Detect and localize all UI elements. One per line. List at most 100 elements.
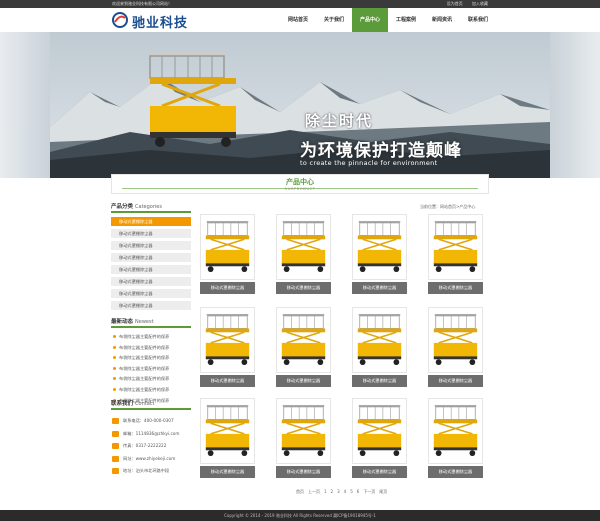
- contact-item: 网址：www.zhiyekeji.com: [111, 453, 191, 466]
- contact-item: 地址：泊头市北环路中段: [111, 465, 191, 478]
- contact-item-text: 传真：0317-2222222: [123, 443, 167, 449]
- top-bar: 欢迎来到驰业科技有限公司网站！ 设为首页 加入收藏: [0, 0, 600, 8]
- product-caption[interactable]: 移动式罩棚除尘器: [200, 466, 255, 478]
- news-item[interactable]: 布袋除尘器主要配件的保养: [111, 343, 191, 354]
- logo-icon[interactable]: [112, 12, 128, 28]
- product-image-frame[interactable]: [428, 214, 483, 280]
- product-caption[interactable]: 移动式罩棚除尘器: [200, 375, 255, 387]
- page-link[interactable]: 上一页: [308, 489, 320, 494]
- set-homepage-link[interactable]: 设为首页: [447, 1, 463, 6]
- contact-item-text: 邮箱：1114836@zhkyi.com: [123, 430, 180, 436]
- news-item[interactable]: 布袋除尘器主要配件的保养: [111, 364, 191, 375]
- page-link[interactable]: 1: [324, 489, 327, 494]
- product-card[interactable]: 移动式罩棚除尘器: [276, 307, 331, 388]
- product-image-frame[interactable]: [352, 214, 407, 280]
- categories-title-en: Categories: [135, 204, 162, 210]
- product-card[interactable]: 移动式罩棚除尘器: [276, 398, 331, 479]
- category-item[interactable]: 移动式罩棚除尘器: [111, 229, 191, 238]
- category-item[interactable]: 移动式罩棚除尘器: [111, 217, 191, 226]
- category-item[interactable]: 移动式罩棚除尘器: [111, 277, 191, 286]
- product-card[interactable]: 移动式罩棚除尘器: [352, 307, 407, 388]
- product-image-frame[interactable]: [276, 398, 331, 464]
- product-caption[interactable]: 移动式罩棚除尘器: [428, 466, 483, 478]
- product-caption[interactable]: 移动式罩棚除尘器: [276, 375, 331, 387]
- nav-news[interactable]: 新闻资讯: [424, 8, 460, 32]
- product-image-frame[interactable]: [428, 398, 483, 464]
- product-card[interactable]: 移动式罩棚除尘器: [428, 307, 483, 388]
- nav-about[interactable]: 关于我们: [316, 8, 352, 32]
- news-item-label: 布袋除尘器主要配件的保养: [119, 365, 170, 371]
- page-link[interactable]: 4: [344, 489, 347, 494]
- page-link[interactable]: 尾页: [379, 489, 387, 494]
- news-item-label: 布袋除尘器主要配件的保养: [119, 386, 170, 392]
- page-link[interactable]: 5: [350, 489, 353, 494]
- product-caption[interactable]: 移动式罩棚除尘器: [428, 282, 483, 294]
- brand-name[interactable]: 驰业科技: [132, 12, 188, 31]
- bullet-dot-icon: [113, 356, 116, 360]
- nav-cases[interactable]: 工程案例: [388, 8, 424, 32]
- product-card[interactable]: 移动式罩棚除尘器: [428, 214, 483, 295]
- add-favorite-link[interactable]: 加入收藏: [472, 1, 488, 6]
- mail-icon: [112, 430, 119, 437]
- phone-icon: [112, 418, 119, 424]
- nav-products[interactable]: 产品中心: [352, 8, 388, 32]
- product-card[interactable]: 移动式罩棚除尘器: [200, 398, 255, 479]
- product-caption[interactable]: 移动式罩棚除尘器: [352, 375, 407, 387]
- product-image-frame[interactable]: [276, 307, 331, 373]
- product-image-frame[interactable]: [200, 307, 255, 373]
- product-card[interactable]: 移动式罩棚除尘器: [352, 398, 407, 479]
- nav-home[interactable]: 网站首页: [280, 8, 316, 32]
- news-item[interactable]: 布袋除尘器主要配件的保养: [111, 332, 191, 343]
- product-card[interactable]: 移动式罩棚除尘器: [352, 214, 407, 295]
- contact-item-text: 网址：www.zhiyekeji.com: [123, 455, 176, 461]
- category-item[interactable]: 移动式罩棚除尘器: [111, 301, 191, 310]
- product-card[interactable]: 移动式罩棚除尘器: [200, 307, 255, 388]
- product-caption[interactable]: 移动式罩棚除尘器: [352, 466, 407, 478]
- product-card[interactable]: 移动式罩棚除尘器: [200, 214, 255, 295]
- product-image-frame[interactable]: [352, 398, 407, 464]
- category-item[interactable]: 移动式罩棚除尘器: [111, 265, 191, 274]
- product-image-frame[interactable]: [276, 214, 331, 280]
- product-caption[interactable]: 移动式罩棚除尘器: [352, 282, 407, 294]
- category-item[interactable]: 移动式罩棚除尘器: [111, 241, 191, 250]
- product-image: [357, 404, 402, 457]
- category-item[interactable]: 移动式罩棚除尘器: [111, 289, 191, 298]
- product-caption[interactable]: 移动式罩棚除尘器: [428, 375, 483, 387]
- product-image-frame[interactable]: [352, 307, 407, 373]
- bullet-dot-icon: [113, 366, 116, 370]
- contact-item: 传真：0317-2222222: [111, 440, 191, 453]
- product-image-frame[interactable]: [428, 307, 483, 373]
- breadcrumb[interactable]: 当前位置：网站首页>产品中心: [420, 204, 475, 210]
- product-caption[interactable]: 移动式罩棚除尘器: [276, 282, 331, 294]
- page-link[interactable]: 下一页: [363, 489, 375, 494]
- bullet-dot-icon: [113, 387, 116, 391]
- news-item[interactable]: 布袋除尘器主要配件的保养: [111, 374, 191, 385]
- contact-title-en: Contact: [135, 401, 155, 407]
- product-caption[interactable]: 移动式罩棚除尘器: [200, 282, 255, 294]
- news-item[interactable]: 布袋除尘器主要配件的保养: [111, 353, 191, 364]
- product-caption[interactable]: 移动式罩棚除尘器: [276, 466, 331, 478]
- section-title-en: OURPRODUCT: [284, 187, 316, 191]
- product-image-frame[interactable]: [200, 214, 255, 280]
- category-item[interactable]: 移动式罩棚除尘器: [111, 253, 191, 262]
- nav-contact[interactable]: 联系我们: [460, 8, 496, 32]
- product-image: [205, 313, 250, 366]
- product-image-frame[interactable]: [200, 398, 255, 464]
- section-header: 产品中心 OURPRODUCT: [111, 174, 489, 194]
- contact-item-text: 地址：泊头市北环路中段: [123, 468, 170, 474]
- product-card[interactable]: 移动式罩棚除尘器: [276, 214, 331, 295]
- product-image: [433, 220, 478, 273]
- banner-fade-left: [0, 32, 50, 178]
- page-link[interactable]: 3: [337, 489, 340, 494]
- bullet-dot-icon: [113, 345, 116, 349]
- product-image: [205, 220, 250, 273]
- contact-item: 联系电话：400-000-0307: [111, 415, 191, 428]
- news-item[interactable]: 布袋除尘器主要配件的保养: [111, 385, 191, 396]
- page-link[interactable]: 6: [357, 489, 360, 494]
- product-image: [281, 404, 326, 457]
- banner-title: 除尘时代: [305, 112, 374, 130]
- product-card[interactable]: 移动式罩棚除尘器: [428, 398, 483, 479]
- bullet-dot-icon: [113, 377, 116, 381]
- page-link[interactable]: 首页: [296, 489, 304, 494]
- page-link[interactable]: 2: [331, 489, 334, 494]
